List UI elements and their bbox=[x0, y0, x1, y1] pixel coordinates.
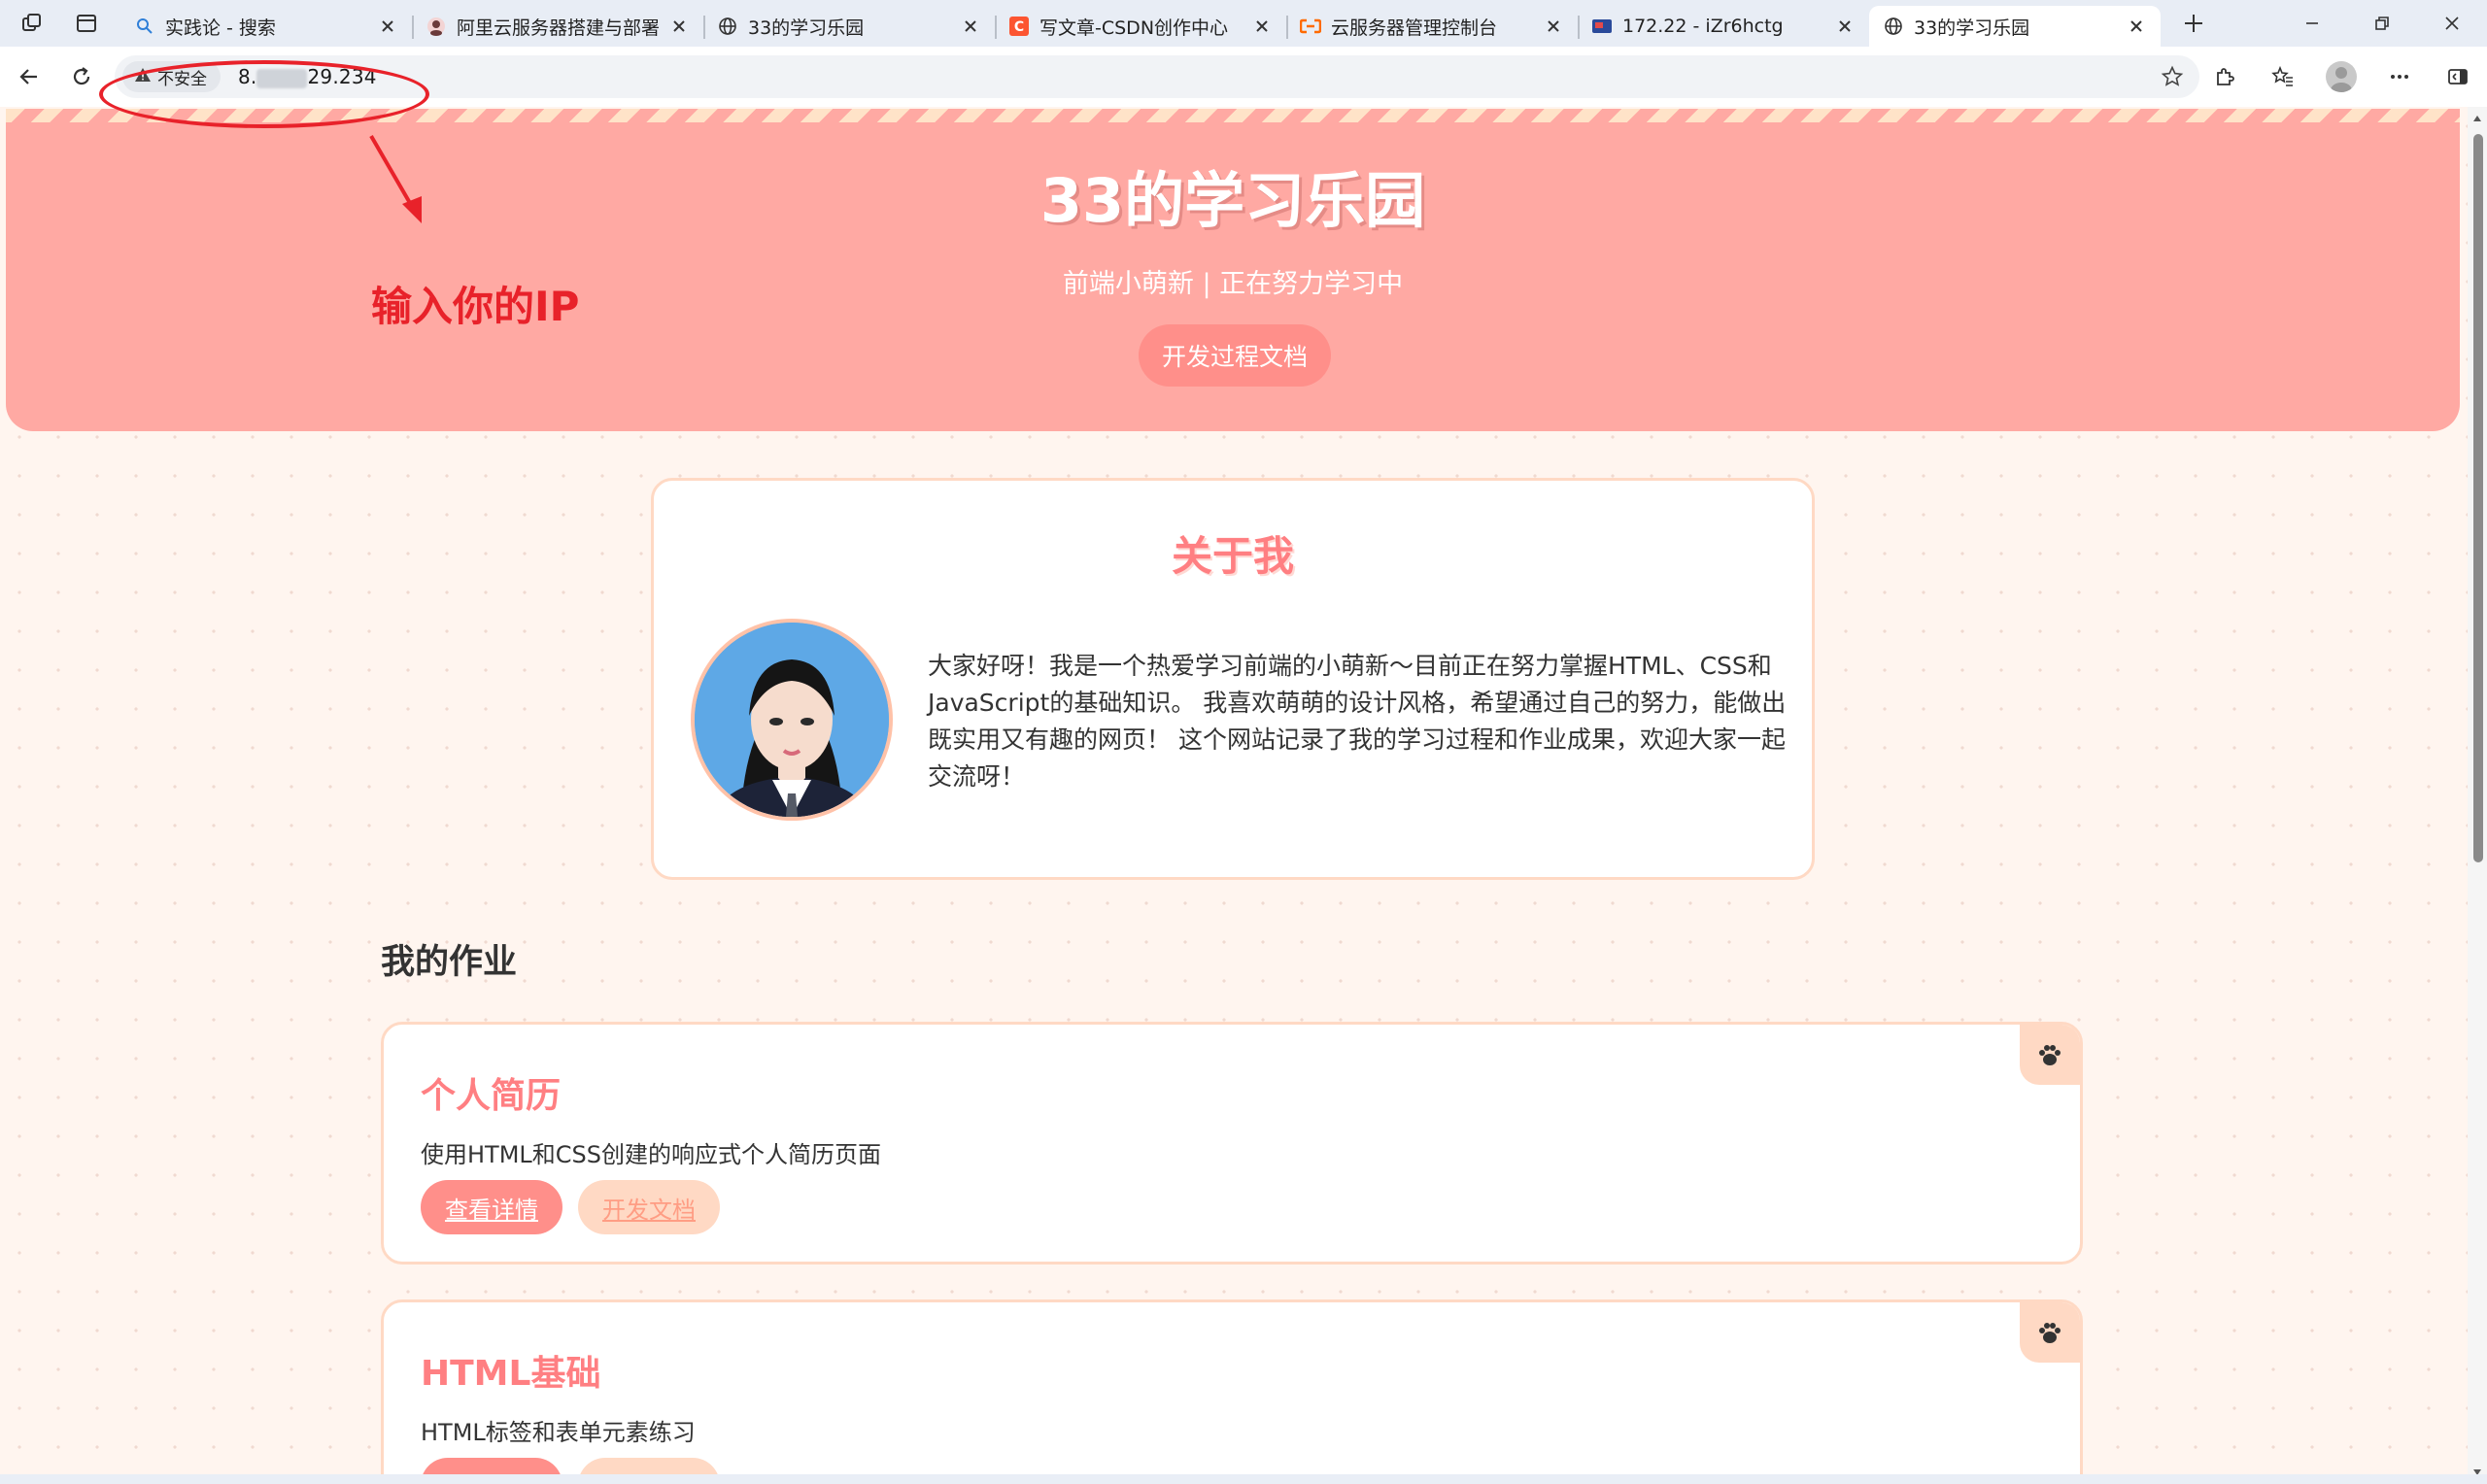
annotation-label: 输入你的IP bbox=[371, 283, 580, 330]
work-title: HTML基础 bbox=[421, 1354, 601, 1394]
work-description: 使用HTML和CSS创建的响应式个人简历页面 bbox=[421, 1141, 882, 1168]
work-card: HTML基础 HTML标签和表单元素练习 查看详情 开发文档 bbox=[381, 1299, 2083, 1484]
close-icon[interactable] bbox=[1251, 16, 1273, 37]
tab-learning-park[interactable]: 33的学习乐园 bbox=[703, 6, 995, 47]
tab-learning-park-active[interactable]: 33的学习乐园 bbox=[1869, 6, 2161, 47]
view-details-button[interactable]: 查看详情 bbox=[421, 1180, 562, 1234]
works-section-title: 我的作业 bbox=[381, 943, 518, 982]
browser-tab-strip: 实践论 - 搜索 阿里云服务器搭建与部署 33的学习乐园 C 写文章-CSDN创… bbox=[0, 0, 2487, 47]
tab-remote-terminal[interactable]: 172.22 - iZr6hctg bbox=[1578, 6, 1869, 47]
tab-search[interactable]: 实践论 - 搜索 bbox=[120, 6, 412, 47]
new-tab-button[interactable] bbox=[2174, 4, 2213, 43]
vertical-tabs-icon[interactable] bbox=[72, 9, 101, 38]
aliyun-logo-icon bbox=[1300, 16, 1321, 37]
close-icon[interactable] bbox=[960, 16, 981, 37]
close-icon[interactable] bbox=[1834, 16, 1856, 37]
favorites-icon bbox=[2271, 65, 2293, 86]
svg-text:C: C bbox=[1014, 19, 1024, 35]
search-icon bbox=[134, 16, 155, 37]
tab-title: 阿里云服务器搭建与部署 bbox=[457, 17, 661, 39]
tab-title: 172.22 - iZr6hctg bbox=[1622, 16, 1784, 37]
profile-photo bbox=[691, 619, 893, 821]
close-icon[interactable] bbox=[2126, 16, 2147, 37]
tab-title: 实践论 - 搜索 bbox=[165, 17, 276, 39]
restore-button[interactable] bbox=[2347, 0, 2417, 47]
close-icon[interactable] bbox=[377, 16, 398, 37]
scroll-up-arrow-icon[interactable] bbox=[2471, 113, 2483, 124]
minimize-button[interactable] bbox=[2277, 0, 2347, 47]
window-controls bbox=[2277, 0, 2487, 47]
plus-icon bbox=[2185, 15, 2202, 32]
puzzle-icon bbox=[2217, 68, 2234, 85]
page-scrollbar[interactable] bbox=[2468, 107, 2487, 1484]
toolbar-right-tools bbox=[2196, 47, 2487, 107]
sidebar-toggle-button[interactable] bbox=[2429, 47, 2487, 107]
arrow-left-icon bbox=[19, 69, 37, 84]
favorites-button[interactable] bbox=[2254, 47, 2312, 107]
tab-aliyun-article[interactable]: 阿里云服务器搭建与部署 bbox=[412, 6, 703, 47]
reload-button[interactable] bbox=[62, 57, 101, 96]
tab-strip-left-tools bbox=[0, 0, 120, 47]
window-bottom-edge bbox=[0, 1474, 2487, 1484]
globe-icon bbox=[717, 16, 738, 37]
profile-avatar bbox=[2326, 61, 2357, 92]
more-menu-button[interactable] bbox=[2370, 47, 2429, 107]
tab-list: 实践论 - 搜索 阿里云服务器搭建与部署 33的学习乐园 C 写文章-CSDN创… bbox=[120, 0, 2161, 47]
dev-docs-button[interactable]: 开发过程文档 bbox=[1139, 324, 1331, 387]
annotation-arrow-icon bbox=[369, 134, 422, 223]
workspaces-icon[interactable] bbox=[17, 9, 47, 38]
tab-aliyun-console[interactable]: 云服务器管理控制台 bbox=[1286, 6, 1578, 47]
extensions-button[interactable] bbox=[2196, 47, 2254, 107]
tab-title: 写文章-CSDN创作中心 bbox=[1039, 17, 1229, 39]
close-icon[interactable] bbox=[668, 16, 690, 37]
ellipsis-icon bbox=[2391, 75, 2408, 79]
remote-desktop-icon bbox=[1591, 16, 1613, 37]
work-card: 个人简历 使用HTML和CSS创建的响应式个人简历页面 查看详情 开发文档 bbox=[381, 1022, 2083, 1265]
user-avatar-icon bbox=[426, 16, 447, 37]
tab-title: 33的学习乐园 bbox=[748, 17, 865, 39]
about-description: 大家好呀！我是一个热爱学习前端的小萌新～目前正在努力掌握HTML、CSS和Jav… bbox=[928, 652, 1787, 791]
dev-doc-link-button[interactable]: 开发文档 bbox=[578, 1180, 720, 1234]
tab-csdn[interactable]: C 写文章-CSDN创作中心 bbox=[995, 6, 1286, 47]
work-description: HTML标签和表单元素练习 bbox=[421, 1419, 696, 1446]
globe-icon bbox=[1883, 16, 1904, 37]
paw-icon bbox=[2020, 1025, 2080, 1085]
back-button[interactable] bbox=[10, 57, 49, 96]
csdn-logo-icon: C bbox=[1008, 16, 1030, 37]
tab-title: 33的学习乐园 bbox=[1914, 17, 2030, 39]
favorite-star-button[interactable] bbox=[2157, 61, 2188, 92]
paw-icon bbox=[2020, 1302, 2080, 1363]
work-title: 个人简历 bbox=[421, 1076, 562, 1116]
close-icon[interactable] bbox=[1543, 16, 1564, 37]
annotation-ellipse bbox=[99, 60, 429, 128]
about-card: 关于我 大家好呀！我是一个热爱学习前端的小萌新～目前正在努力掌握HTML、CSS… bbox=[651, 478, 1815, 880]
reload-icon bbox=[73, 67, 90, 85]
close-window-button[interactable] bbox=[2417, 0, 2487, 47]
sidebar-icon bbox=[2448, 69, 2468, 84]
profile-button[interactable] bbox=[2312, 47, 2370, 107]
about-title: 关于我 bbox=[1171, 532, 1294, 580]
scrollbar-thumb[interactable] bbox=[2473, 134, 2483, 862]
star-icon bbox=[2161, 65, 2184, 86]
tab-title: 云服务器管理控制台 bbox=[1331, 17, 1498, 39]
